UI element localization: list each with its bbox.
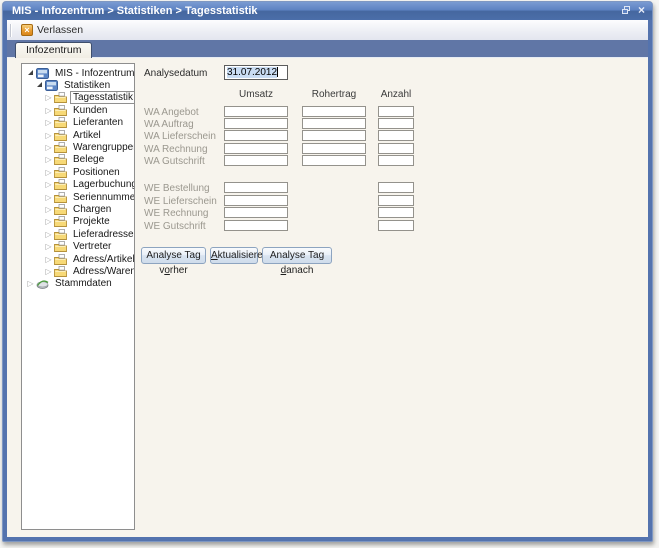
application-window: MIS - Infozentrum > Statistiken > Tagess… <box>2 1 653 542</box>
wa-rohertrag-field[interactable] <box>302 155 366 166</box>
wa-rohertrag-field[interactable] <box>302 106 366 117</box>
wa-row-label: WA Lieferschein <box>144 131 216 142</box>
wa-row: WA Auftrag <box>7 118 648 130</box>
we-row-label: WE Rechnung <box>144 208 208 219</box>
analysedatum-value: 31.07.2012 <box>227 67 277 78</box>
main-content: MIS - InfozentrumStatistiken▷Tagesstatis… <box>7 58 648 537</box>
tree-item-adress-artikel[interactable]: ▷ Adress/Artikel <box>22 253 134 265</box>
analysedatum-input[interactable]: 31.07.2012 <box>224 65 288 80</box>
wa-row: WA Lieferschein <box>7 130 648 142</box>
database-icon <box>36 278 49 289</box>
text-caret <box>277 67 278 77</box>
button-analyse-tag-danach[interactable]: Analyse Tag danach <box>262 247 332 264</box>
wa-umsatz-field[interactable] <box>224 143 288 154</box>
tree-collapse-icon[interactable] <box>26 68 35 79</box>
toolbar-grip-icon <box>10 24 12 37</box>
column-header-rohertrag: Rohertrag <box>302 89 366 100</box>
tree-expand-icon[interactable]: ▷ <box>44 167 53 178</box>
we-umsatz-field[interactable] <box>224 207 288 218</box>
exit-icon: × <box>21 24 33 36</box>
tree-expand-icon[interactable]: ▷ <box>44 254 53 265</box>
we-anzahl-field[interactable] <box>378 182 414 193</box>
we-row: WE Lieferschein <box>7 195 648 207</box>
tree-item-label: Positionen <box>70 166 123 179</box>
column-header-anzahl: Anzahl <box>378 89 414 100</box>
we-umsatz-field[interactable] <box>224 220 288 231</box>
wa-row: WA Gutschrift <box>7 155 648 167</box>
button-analyse-tag-vorher[interactable]: Analyse Tag vorher <box>141 247 206 264</box>
window-title: MIS - Infozentrum > Statistiken > Tagess… <box>12 5 258 17</box>
wa-rohertrag-field[interactable] <box>302 130 366 141</box>
title-bar[interactable]: MIS - Infozentrum > Statistiken > Tagess… <box>3 2 652 20</box>
button-aktualisieren[interactable]: Aktualisieren <box>210 247 258 264</box>
wa-row: WA Rechnung <box>7 143 648 155</box>
wa-umsatz-field[interactable] <box>224 118 288 129</box>
we-row-label: WE Lieferschein <box>144 196 217 207</box>
folder-icon <box>54 266 67 277</box>
we-row-label: WE Bestellung <box>144 183 210 194</box>
tree-expand-icon[interactable]: ▷ <box>44 241 53 252</box>
tree-item-mis-infozentrum[interactable]: MIS - Infozentrum <box>22 67 134 79</box>
tree-item-label: Adress/Artikel <box>70 253 135 266</box>
wa-anzahl-field[interactable] <box>378 155 414 166</box>
wa-row-label: WA Gutschrift <box>144 156 205 167</box>
we-anzahl-field[interactable] <box>378 195 414 206</box>
analysedatum-label: Analysedatum <box>144 68 207 79</box>
tree-item-label: Stammdaten <box>52 277 115 290</box>
tree-item-label: MIS - Infozentrum <box>52 67 135 80</box>
tree-item-vertreter[interactable]: ▷ Vertreter <box>22 240 134 252</box>
we-row: WE Rechnung <box>7 207 648 219</box>
column-headers: Umsatz Rohertrag Anzahl <box>7 89 648 101</box>
tree-item-adress-warengruppen[interactable]: ▷ Adress/Warengruppen <box>22 265 134 277</box>
wa-row: WA Angebot <box>7 106 648 118</box>
wa-row-label: WA Rechnung <box>144 144 208 155</box>
wa-row-label: WA Auftrag <box>144 119 194 130</box>
wa-rohertrag-field[interactable] <box>302 143 366 154</box>
column-header-umsatz: Umsatz <box>224 89 288 100</box>
tree-item-label: Adress/Warengruppen <box>70 265 135 278</box>
we-anzahl-field[interactable] <box>378 207 414 218</box>
folder-icon <box>54 167 67 178</box>
we-row-label: WE Gutschrift <box>144 221 206 232</box>
tree-item-stammdaten[interactable]: ▷ Stammdaten <box>22 278 134 290</box>
wa-rohertrag-field[interactable] <box>302 118 366 129</box>
we-umsatz-field[interactable] <box>224 182 288 193</box>
tab-infozentrum[interactable]: Infozentrum <box>15 42 92 59</box>
tree-item-label: Vertreter <box>70 240 114 253</box>
wa-anzahl-field[interactable] <box>378 118 414 129</box>
wa-anzahl-field[interactable] <box>378 143 414 154</box>
window-controls: × <box>622 5 645 16</box>
toolbar: × Verlassen <box>7 20 648 41</box>
we-row: WE Bestellung <box>7 182 648 194</box>
wa-row-label: WA Angebot <box>144 107 199 118</box>
tab-strip: Infozentrum <box>7 40 648 58</box>
wa-umsatz-field[interactable] <box>224 106 288 117</box>
wa-anzahl-field[interactable] <box>378 130 414 141</box>
app-window-icon <box>36 68 49 79</box>
tree-expand-icon[interactable]: ▷ <box>44 266 53 277</box>
close-icon[interactable]: × <box>638 5 645 16</box>
we-umsatz-field[interactable] <box>224 195 288 206</box>
restore-icon[interactable] <box>622 6 631 15</box>
window-body: × Verlassen Infozentrum MIS - Infozentru… <box>7 20 648 537</box>
wa-anzahl-field[interactable] <box>378 106 414 117</box>
tab-label: Infozentrum <box>26 44 81 56</box>
wa-umsatz-field[interactable] <box>224 130 288 141</box>
folder-icon <box>54 241 67 252</box>
exit-button-label: Verlassen <box>37 24 83 36</box>
folder-icon <box>54 254 67 265</box>
exit-button[interactable]: × Verlassen <box>17 23 87 37</box>
tree-item-positionen[interactable]: ▷ Positionen <box>22 166 134 178</box>
wa-umsatz-field[interactable] <box>224 155 288 166</box>
tree-expand-icon[interactable]: ▷ <box>26 278 35 289</box>
we-row: WE Gutschrift <box>7 220 648 232</box>
we-anzahl-field[interactable] <box>378 220 414 231</box>
